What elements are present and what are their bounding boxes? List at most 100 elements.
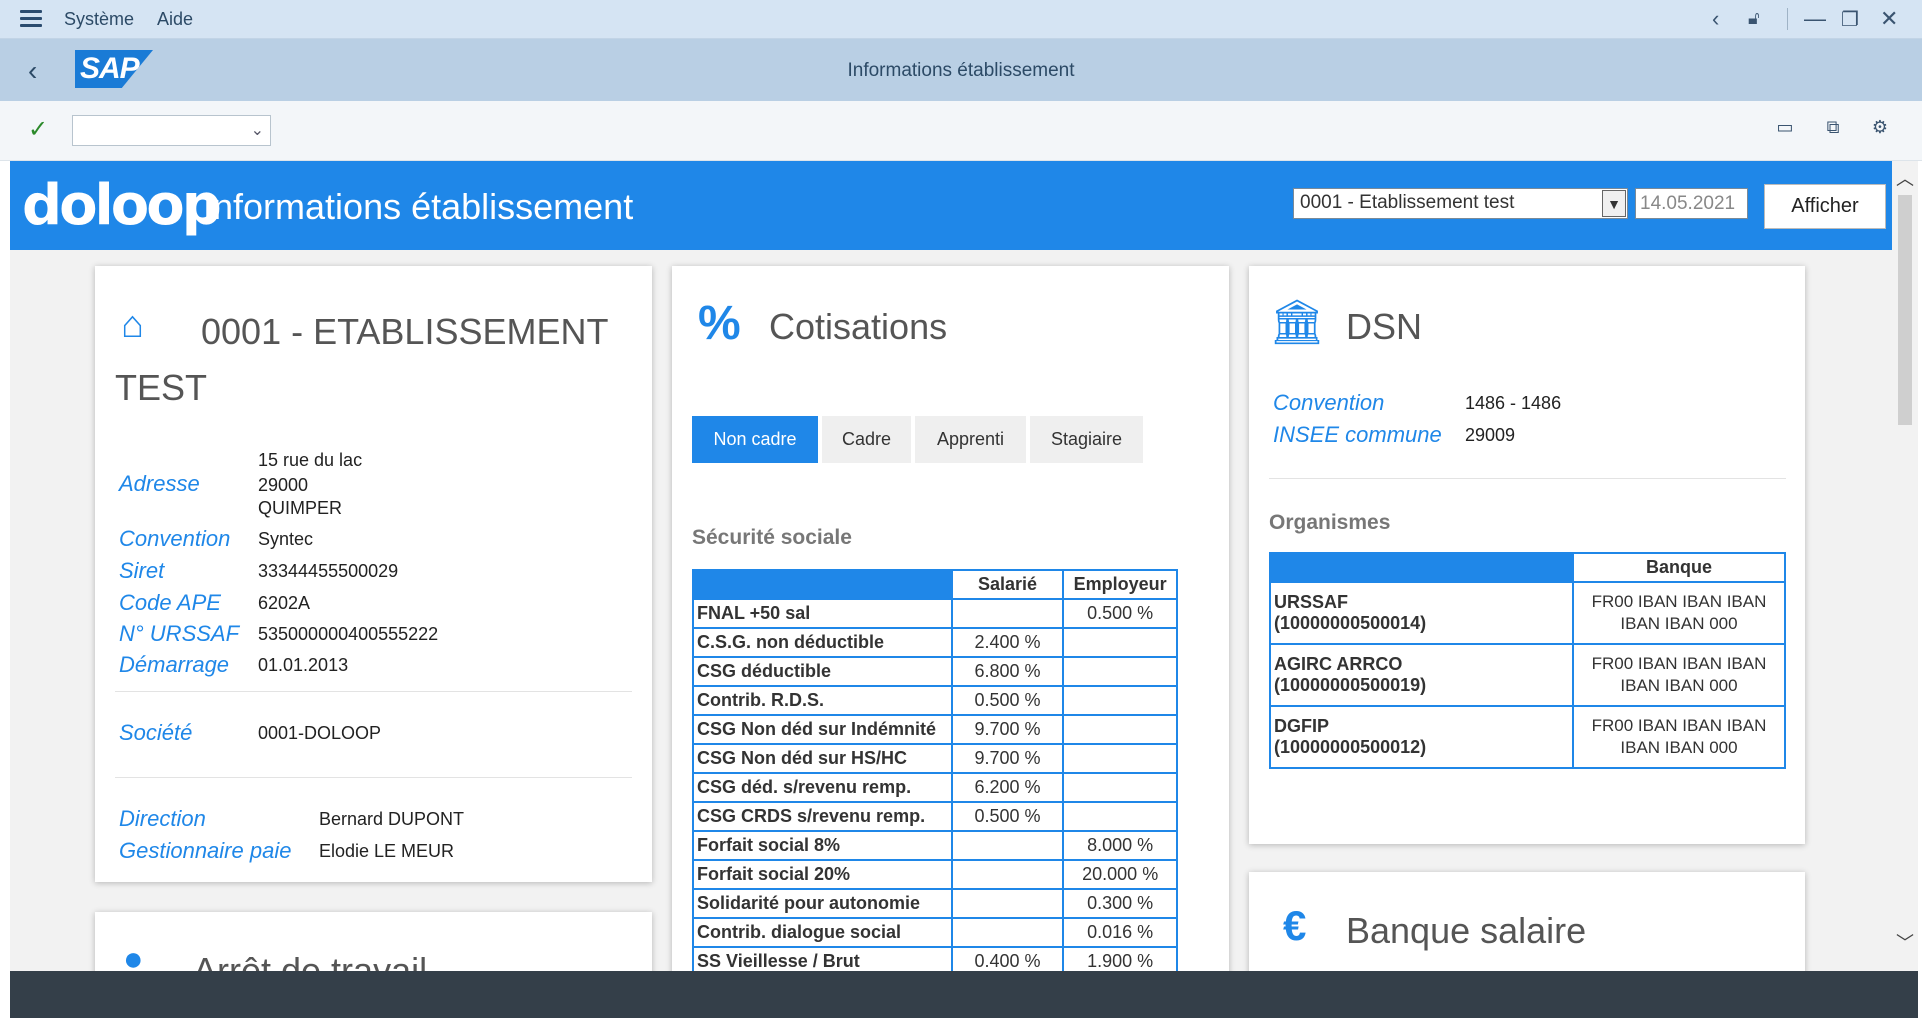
convention-label: Convention — [119, 526, 231, 551]
table-row: Contrib. dialogue social 0.016 % — [692, 917, 1178, 948]
row-employeur — [1062, 685, 1178, 716]
maximize-icon[interactable]: ❐ — [1841, 7, 1859, 32]
urssaf-value: 535000000400555222 — [258, 624, 439, 644]
adresse-label: Adresse — [119, 471, 200, 496]
table-row: CSG CRDS s/revenu remp. 0.500 % — [692, 801, 1178, 832]
tab-non-cadre[interactable]: Non cadre — [692, 416, 818, 463]
row-label: CSG Non déd sur Indémnité — [692, 714, 953, 745]
direction-value: Bernard DUPONT — [319, 809, 465, 829]
row-label: SS Vieillesse / Brut — [692, 946, 953, 971]
page-title: Informations établissement — [203, 186, 634, 227]
tab-cadre[interactable]: Cadre — [822, 416, 911, 463]
menu-systeme[interactable]: Système — [64, 9, 134, 30]
organisme-cell: URSSAF (10000000500014) — [1269, 581, 1574, 645]
row-salarie: 0.500 % — [950, 685, 1065, 716]
table-row: SS Vieillesse / Brut 0.400 % 1.900 % — [692, 946, 1178, 971]
table-row: FNAL +50 sal 0.500 % — [692, 598, 1178, 629]
header-salarie: Salarié — [950, 569, 1065, 600]
header-employeur: Employeur — [1062, 569, 1178, 600]
divider — [115, 777, 632, 778]
row-label: CSG déd. s/revenu remp. — [692, 772, 953, 803]
hamburger-menu-icon[interactable] — [20, 10, 42, 28]
row-label: Solidarité pour autonomie — [692, 888, 953, 919]
header-banque: Banque — [1571, 552, 1787, 583]
siret-label: Siret — [119, 558, 165, 583]
scroll-up-icon[interactable]: ︿ — [1896, 165, 1914, 191]
window-title: Informations établissement — [847, 60, 1075, 81]
unlock-icon[interactable]: 🔓︎ — [1748, 8, 1760, 29]
row-employeur: 0.016 % — [1062, 917, 1178, 948]
direction-label: Direction — [119, 806, 206, 831]
societe-value: 0001-DOLOOP — [258, 723, 382, 743]
societe-label: Société — [119, 720, 193, 745]
settings-icon[interactable]: ⚙ — [1869, 117, 1891, 139]
code-ape-label: Code APE — [119, 590, 221, 615]
dsn-title: DSN — [1346, 306, 1423, 347]
organismes-table: Banque URSSAF (10000000500014) FR00 IBAN I… — [1269, 552, 1787, 769]
divider — [1269, 478, 1786, 479]
menu-bar: Système Aide ‹ 🔓︎ — ❐ ✕ — [0, 0, 1922, 39]
row-employeur — [1062, 772, 1178, 803]
urssaf-label: N° URSSAF — [119, 621, 240, 646]
date-input[interactable]: 14.05.2021 — [1635, 188, 1748, 219]
organisme-id: (10000000500019) — [1274, 675, 1427, 695]
row-salarie: 0.500 % — [950, 801, 1065, 832]
adresse-line: 15 rue du lac — [258, 450, 363, 470]
etablissement-title: 0001 - ETABLISSEMENT TEST — [115, 311, 608, 408]
row-employeur — [1062, 656, 1178, 687]
table-row: CSG Non déd sur HS/HC 9.700 % — [692, 743, 1178, 774]
banque-cell: FR00 IBAN IBAN IBAN IBAN IBAN 000 — [1571, 581, 1787, 645]
euro-icon: € — [1283, 902, 1307, 949]
siret-value: 33344455500029 — [258, 561, 399, 581]
tab-apprenti[interactable]: Apprenti — [915, 416, 1026, 463]
row-label: Contrib. dialogue social — [692, 917, 953, 948]
table-row: DGFIP (10000000500012) FR00 IBAN IBAN IBAN… — [1269, 705, 1787, 769]
tab-stagiaire[interactable]: Stagiaire — [1030, 416, 1143, 463]
demarrage-value: 01.01.2013 — [258, 655, 349, 675]
organisme-cell: DGFIP (10000000500012) — [1269, 705, 1574, 769]
organismes-title: Organismes — [1269, 511, 1391, 534]
doloop-banner: doloop Informations établissement 0001 -… — [10, 161, 1892, 250]
bank-icon: 🏛︎ — [1269, 298, 1325, 347]
scroll-down-icon[interactable]: ﹀ — [1896, 929, 1914, 955]
scroll-thumb[interactable] — [1898, 195, 1912, 425]
vertical-scrollbar[interactable]: ︿ ﹀ — [1892, 161, 1918, 971]
new-session-icon[interactable]: ▭ — [1774, 117, 1796, 139]
row-employeur: 0.300 % — [1062, 888, 1178, 919]
demarrage-label: Démarrage — [119, 652, 230, 677]
row-salarie — [950, 917, 1065, 948]
table-row: CSG déductible 6.800 % — [692, 656, 1178, 687]
row-salarie: 6.200 % — [950, 772, 1065, 803]
chevron-down-icon[interactable]: ⌄ — [251, 120, 264, 140]
table-row: Contrib. R.D.S. 0.500 % — [692, 685, 1178, 716]
divider — [115, 691, 632, 692]
row-salarie: 2.400 % — [950, 627, 1065, 658]
section-title: Sécurité sociale — [692, 526, 852, 549]
arret-travail-card: ● Arrêt de travail — [95, 912, 652, 971]
etablissement-select[interactable]: 0001 - Etablissement test ▼ — [1293, 188, 1628, 219]
content-area: ⌂ 0001 - ETABLISSEMENT TEST Adresse 15 r… — [10, 250, 1892, 971]
header-cell — [692, 569, 953, 600]
row-employeur: 20.000 % — [1062, 859, 1178, 890]
row-label: CSG Non déd sur HS/HC — [692, 743, 953, 774]
row-label: Contrib. R.D.S. — [692, 685, 953, 716]
row-salarie — [950, 598, 1065, 629]
minimize-icon[interactable]: — — [1804, 6, 1826, 32]
adresse-line: 29000 — [258, 475, 309, 495]
window-icon[interactable]: ⧉ — [1822, 117, 1844, 139]
convention-value: Syntec — [258, 529, 314, 549]
close-icon[interactable]: ✕ — [1880, 6, 1898, 32]
chevron-left-icon[interactable]: ‹ — [1712, 6, 1719, 32]
row-label: CSG CRDS s/revenu remp. — [692, 801, 953, 832]
dropdown-arrow-icon[interactable]: ▼ — [1602, 190, 1626, 217]
percent-icon: % — [698, 297, 741, 350]
toolbar: ✓ ⌄ ▭ ⧉ ⚙ — [0, 101, 1922, 161]
menu-aide[interactable]: Aide — [157, 9, 193, 30]
organisme-id: (10000000500014) — [1274, 613, 1427, 633]
command-field[interactable]: ⌄ — [72, 115, 271, 146]
organisme-name: AGIRC ARRCO — [1274, 654, 1403, 674]
afficher-button[interactable]: Afficher — [1764, 184, 1886, 229]
checkmark-icon[interactable]: ✓ — [28, 115, 48, 144]
banque-title: Banque salaire — [1346, 910, 1587, 951]
cotisations-table: Salarié Employeur FNAL +50 sal 0.500 % C.S… — [692, 569, 1178, 971]
